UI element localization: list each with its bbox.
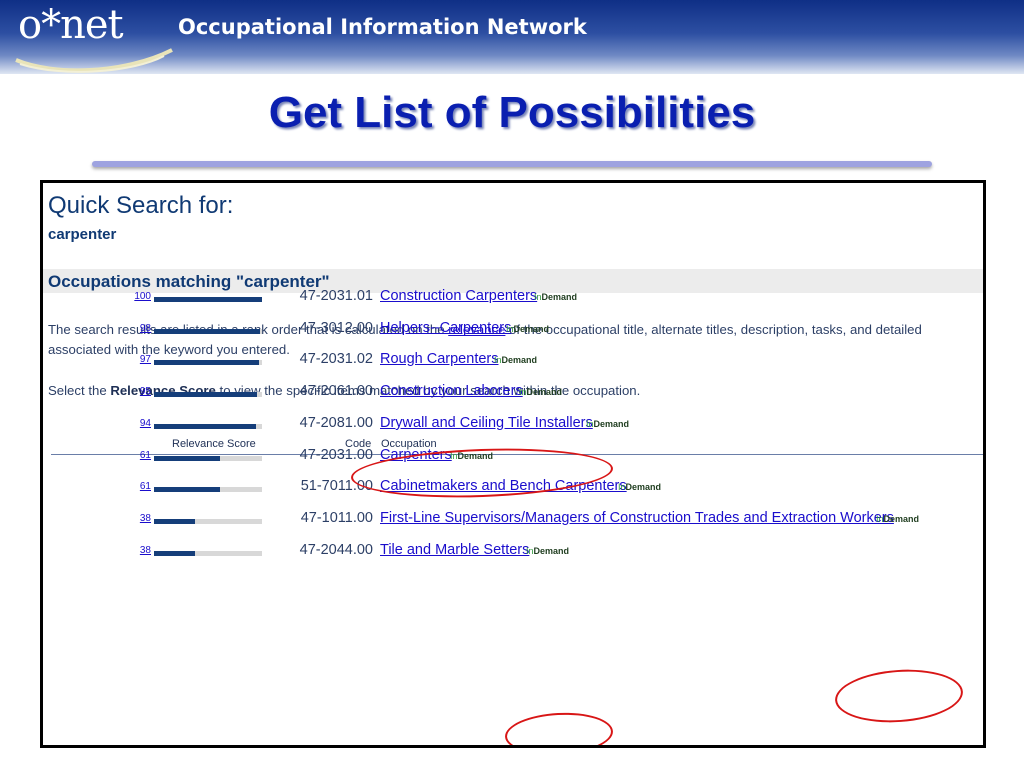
table-row: 97 47-2031.02 Rough Carpenters InDemand: [43, 351, 983, 382]
table-row: 61 47-2031.00 Carpenters InDemand: [43, 447, 983, 478]
relevance-score-link[interactable]: 61: [140, 450, 151, 461]
badge-in-text: In: [618, 482, 626, 492]
in-demand-badge: InDemand: [494, 355, 537, 365]
table-row: 61 51-7011.00 Cabinetmakers and Bench Carp…: [43, 478, 983, 509]
badge-demand-text: Demand: [513, 324, 550, 334]
table-row: 94 47-2081.00 Drywall and Ceiling Tile Ins…: [43, 415, 983, 446]
relevance-score-link[interactable]: 100: [134, 291, 151, 302]
occupation-code: 51-7011.00: [300, 478, 373, 494]
table-row: 95 47-2061.00 Construction Laborers InDeman…: [43, 383, 983, 414]
in-demand-badge: InDemand: [526, 546, 569, 556]
logo-swoosh-icon: [15, 48, 173, 73]
occupation-link[interactable]: Construction Carpenters: [380, 288, 537, 304]
relevance-score-link[interactable]: 38: [140, 513, 151, 524]
occupation-code: 47-2061.00: [299, 383, 373, 399]
in-demand-badge: InDemand: [586, 419, 629, 429]
badge-demand-text: Demand: [625, 482, 662, 492]
highlight-circle: [833, 665, 965, 727]
badge-demand-text: Demand: [501, 355, 538, 365]
relevance-bar: [154, 329, 262, 334]
relevance-bar-fill: [154, 297, 262, 302]
badge-demand-text: Demand: [541, 292, 578, 302]
table-row: 38 47-2044.00 Tile and Marble Setters InDem…: [43, 542, 983, 573]
relevance-bar-fill: [154, 456, 220, 461]
relevance-bar-fill: [154, 329, 260, 334]
relevance-score-link[interactable]: 38: [140, 545, 151, 556]
relevance-bar: [154, 360, 262, 365]
occupation-link[interactable]: Carpenters: [380, 447, 452, 463]
relevance-bar-fill: [154, 392, 257, 397]
header-banner: o*net Occupational Information Network: [0, 0, 1024, 74]
in-demand-badge: InDemand: [450, 451, 493, 461]
occupation-link[interactable]: Construction Laborers: [380, 383, 523, 399]
table-row: 100 47-2031.01 Construction Carpenters InDe…: [43, 288, 983, 319]
badge-in-text: In: [506, 324, 514, 334]
relevance-bar: [154, 551, 262, 556]
banner-title: Occupational Information Network: [178, 15, 587, 39]
occupation-code: 47-2031.00: [299, 447, 373, 463]
relevance-bar: [154, 297, 262, 302]
relevance-score-link[interactable]: 97: [140, 354, 151, 365]
relevance-bar-fill: [154, 424, 256, 429]
relevance-score-link[interactable]: 61: [140, 481, 151, 492]
badge-demand-text: Demand: [533, 546, 570, 556]
relevance-score-link[interactable]: 94: [140, 418, 151, 429]
occupation-code: 47-3012.00: [299, 320, 373, 336]
occupation-link[interactable]: Rough Carpenters: [380, 351, 499, 367]
occupation-code: 47-2031.02: [299, 351, 373, 367]
badge-in-text: In: [876, 514, 884, 524]
relevance-score-link[interactable]: 98: [140, 323, 151, 334]
table-row: 38 47-1011.00 First-Line Supervisors/Manag…: [43, 510, 983, 541]
badge-in-text: In: [534, 292, 542, 302]
badge-in-text: In: [526, 546, 534, 556]
relevance-bar: [154, 487, 262, 492]
slide-title: Get List of Possibilities: [268, 88, 756, 137]
occupation-link[interactable]: Cabinetmakers and Bench Carpenters: [380, 478, 627, 494]
relevance-bar: [154, 456, 262, 461]
occupation-link[interactable]: First-Line Supervisors/Managers of Const…: [380, 510, 894, 526]
badge-in-text: In: [450, 451, 458, 461]
search-term: carpenter: [48, 226, 117, 243]
occupation-code: 47-1011.00: [300, 510, 373, 526]
search-results-panel: Quick Search for: carpenter Occupations …: [40, 180, 986, 748]
relevance-bar: [154, 424, 262, 429]
in-demand-badge: InDemand: [506, 324, 549, 334]
onet-logo: o*net: [18, 2, 124, 48]
occupation-code: 47-2031.01: [299, 288, 373, 304]
badge-demand-text: Demand: [457, 451, 494, 461]
table-row: 98 47-3012.00 Helpers--Carpenters InDemand: [43, 320, 983, 351]
badge-in-text: In: [494, 355, 502, 365]
highlight-circle: [503, 710, 615, 745]
in-demand-badge: InDemand: [618, 482, 661, 492]
relevance-bar-fill: [154, 487, 220, 492]
relevance-bar: [154, 392, 262, 397]
relevance-bar-fill: [154, 360, 259, 365]
badge-in-text: In: [586, 419, 594, 429]
in-demand-badge: InDemand: [876, 514, 919, 524]
in-demand-badge: InDemand: [519, 387, 562, 397]
title-divider: [92, 161, 932, 167]
relevance-bar-fill: [154, 551, 196, 556]
occupation-code: 47-2044.00: [299, 542, 373, 558]
in-demand-badge: InDemand: [534, 292, 577, 302]
occupation-link[interactable]: Tile and Marble Setters: [380, 542, 529, 558]
relevance-bar: [154, 519, 262, 524]
section-title: Occupations matching "carpenter": [48, 272, 330, 291]
relevance-score-link[interactable]: 95: [140, 386, 151, 397]
badge-demand-text: Demand: [883, 514, 920, 524]
page-heading: Quick Search for:: [48, 192, 234, 219]
occupation-link[interactable]: Drywall and Ceiling Tile Installers: [380, 415, 593, 431]
relevance-bar-fill: [154, 519, 196, 524]
occupation-link[interactable]: Helpers--Carpenters: [380, 320, 511, 336]
occupation-code: 47-2081.00: [299, 415, 373, 431]
badge-demand-text: Demand: [593, 419, 630, 429]
badge-in-text: In: [519, 387, 527, 397]
badge-demand-text: Demand: [526, 387, 563, 397]
